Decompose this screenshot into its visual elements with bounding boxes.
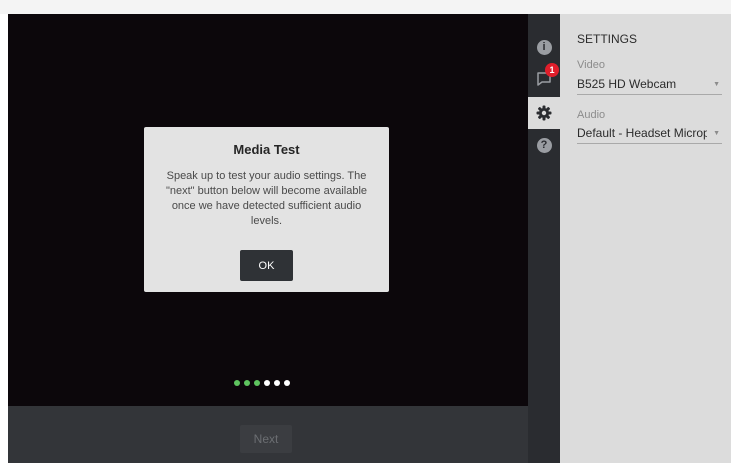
info-icon: i: [536, 39, 552, 55]
gear-icon: [536, 105, 552, 121]
audio-level-dot: [274, 380, 280, 386]
audio-select-value: Default - Headset Microphone: [577, 126, 707, 140]
settings-button[interactable]: [528, 97, 560, 129]
video-label: Video: [577, 59, 605, 71]
settings-title: SETTINGS: [577, 32, 638, 46]
help-button[interactable]: ?: [528, 129, 560, 161]
icon-rail: i 1 ?: [528, 14, 560, 463]
chevron-down-icon: ▼: [713, 81, 720, 88]
audio-level-dot: [254, 380, 260, 386]
settings-panel: SETTINGS Video B525 HD Webcam ▼ Audio De…: [560, 14, 731, 463]
help-icon: ?: [536, 137, 552, 153]
next-button[interactable]: Next: [240, 425, 292, 453]
info-button[interactable]: i: [528, 31, 560, 63]
chat-button[interactable]: 1: [528, 63, 560, 95]
video-select[interactable]: B525 HD Webcam ▼: [577, 76, 722, 95]
dialog-title: Media Test: [233, 142, 300, 157]
chevron-down-icon: ▼: [713, 130, 720, 137]
audio-select[interactable]: Default - Headset Microphone ▼: [577, 125, 722, 144]
chat-badge: 1: [545, 63, 559, 77]
top-strip: [0, 0, 731, 14]
audio-level-dot: [244, 380, 250, 386]
audio-level-dot: [284, 380, 290, 386]
media-test-dialog: Media Test Speak up to test your audio s…: [144, 127, 389, 292]
dialog-message: Speak up to test your audio settings. Th…: [165, 170, 368, 227]
audio-level-dot: [234, 380, 240, 386]
audio-level-dot: [264, 380, 270, 386]
audio-label: Audio: [577, 109, 606, 121]
audio-level-indicator: [234, 380, 290, 388]
ok-button[interactable]: OK: [240, 250, 293, 281]
video-select-value: B525 HD Webcam: [577, 77, 677, 91]
